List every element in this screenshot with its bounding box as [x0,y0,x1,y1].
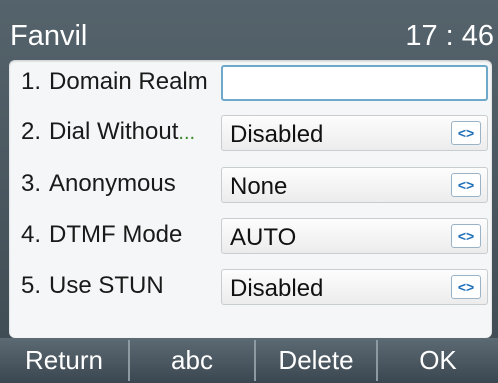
field-value: None [230,173,288,200]
delete-softkey[interactable]: Delete [256,338,376,383]
row-number: 5. [21,272,42,299]
title-bar: Fanvil 17 : 46 [0,0,498,64]
softkey-bar: Return abc Delete OK [0,338,498,383]
row-use-stun[interactable]: 5. Use STUN Disabled <> [9,264,492,310]
row-label-text: DTMF Mode [49,221,183,248]
field-value: Disabled [230,121,324,148]
field-value: AUTO [230,224,297,251]
ok-softkey[interactable]: OK [378,338,498,383]
dtmf-mode-select[interactable]: AUTO <> [221,218,488,254]
left-right-arrows-icon[interactable]: <> [451,224,481,248]
row-number: 4. [21,221,42,248]
row-label: 5. Use STUN [21,272,221,300]
phone-screen: Fanvil 17 : 46 1. Domain Realm 2. Dial Wit… [0,0,498,383]
row-number: 3. [21,170,42,197]
row-label: 4. DTMF Mode [21,221,221,249]
use-stun-select[interactable]: Disabled <> [221,269,488,305]
row-number: 2. [21,118,42,145]
anonymous-select[interactable]: None <> [221,167,488,203]
left-right-arrows-icon[interactable]: <> [451,275,481,299]
return-softkey[interactable]: Return [0,338,128,383]
clock: 17 : 46 [405,20,494,52]
row-label: 2. Dial Without... [21,118,221,146]
domain-realm-input[interactable] [221,65,488,101]
left-right-arrows-icon[interactable]: <> [451,121,481,145]
row-domain-realm[interactable]: 1. Domain Realm [9,60,492,106]
row-label: 3. Anonymous [21,170,221,198]
truncation-ellipsis: ... [178,122,196,144]
row-label-text: Anonymous [49,170,176,197]
row-number: 1. [21,68,42,95]
left-right-arrows-icon[interactable]: <> [451,173,481,197]
dial-without-select[interactable]: Disabled <> [221,115,488,151]
row-label-text: Domain Realm [49,68,208,95]
row-dtmf-mode[interactable]: 4. DTMF Mode AUTO <> [9,213,492,259]
row-anonymous[interactable]: 3. Anonymous None <> [9,162,492,208]
row-dial-without[interactable]: 2. Dial Without... Disabled <> [9,110,492,156]
row-label-text: Use STUN [49,272,164,299]
settings-panel: 1. Domain Realm 2. Dial Without... Disable… [9,60,492,338]
row-label: 1. Domain Realm [21,68,221,96]
abc-softkey[interactable]: abc [130,338,254,383]
title-brand: Fanvil [10,20,88,52]
field-value: Disabled [230,275,324,302]
row-label-text: Dial Without [49,118,179,145]
